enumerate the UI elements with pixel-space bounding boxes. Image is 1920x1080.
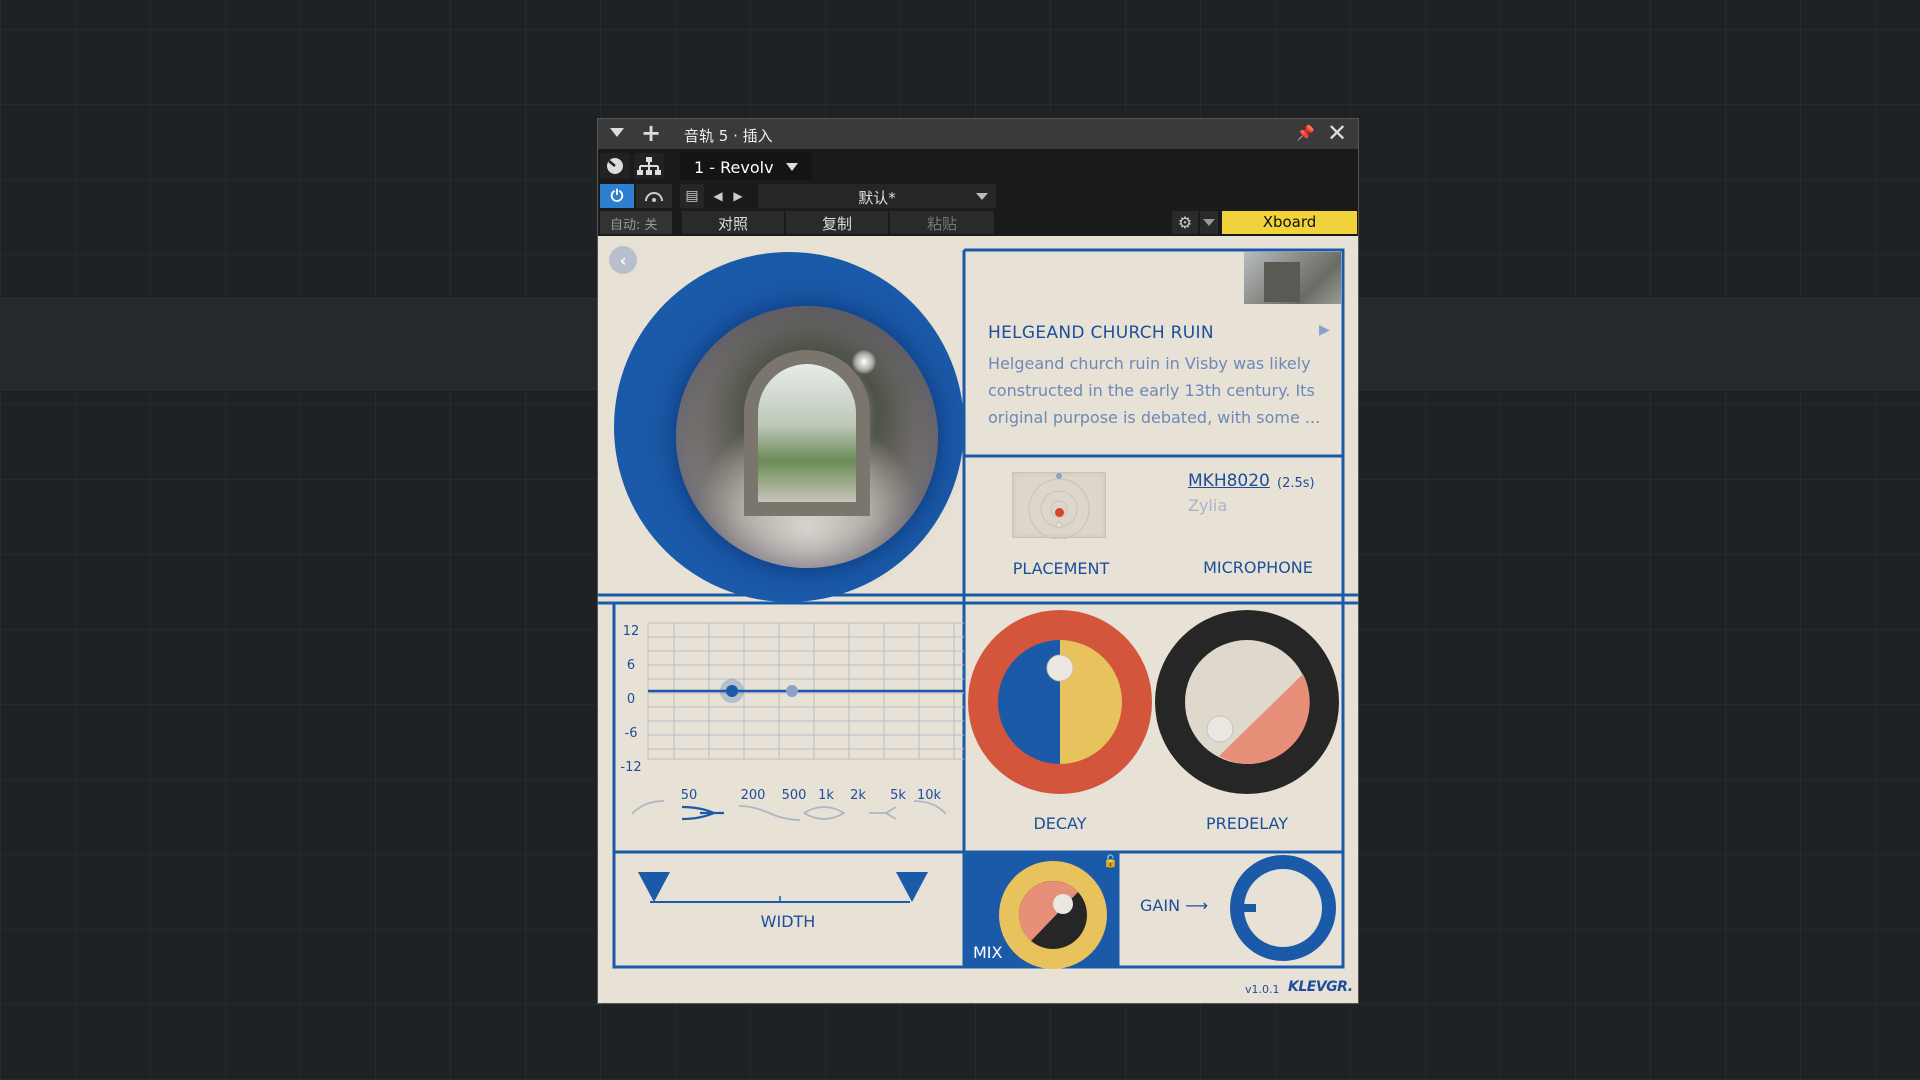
preset-name-label: 默认*	[858, 189, 896, 207]
pin-icon[interactable]: 📌	[1296, 124, 1315, 142]
window-titlebar[interactable]: + 音轨 5 · 插入 📌 ✕	[598, 119, 1358, 149]
location-image-sphere	[676, 306, 938, 568]
eq-band-1-handle[interactable]	[726, 685, 738, 697]
microphone-brand: Zylia	[1188, 496, 1228, 515]
width-slider[interactable]	[638, 866, 938, 916]
eq-low-shelf-icon	[631, 800, 665, 815]
placement-pad[interactable]	[1012, 472, 1106, 539]
width-left-handle[interactable]	[638, 872, 670, 902]
gain-knob[interactable]	[1228, 853, 1338, 963]
preset-select[interactable]: 默认*	[758, 184, 996, 208]
plugin-window: + 音轨 5 · 插入 📌 ✕ 1 - Revolv ⏻ ▤ ◀ ▶ 默认* 自	[597, 118, 1359, 1004]
eq-graph[interactable]	[614, 611, 964, 852]
revolv-plugin-ui: ‹ HELGEAND CHURCH RUIN ▶ Helgeand church…	[598, 236, 1358, 1003]
paste-button[interactable]: 粘贴	[890, 211, 994, 234]
gain-label-text: GAIN	[1140, 896, 1181, 915]
microphone-label: MICROPHONE	[1203, 558, 1313, 577]
chevron-down-icon	[976, 193, 988, 200]
action-bar: 自动: 关 对照 复制 粘贴 ⚙ Xboard	[598, 210, 1358, 236]
preset-list-icon[interactable]: ▤	[680, 184, 704, 208]
eq-y-tick: 0	[626, 692, 636, 707]
routing-icon[interactable]	[634, 153, 664, 179]
placement-rings	[1028, 473, 1090, 539]
arrow-right-icon: ⟶	[1185, 896, 1209, 915]
gear-icon[interactable]: ⚙	[1172, 211, 1198, 234]
plugin-knob-icon[interactable]	[600, 153, 630, 179]
previous-preset-icon[interactable]: ◀	[708, 184, 728, 208]
mix-label: MIX	[973, 943, 1003, 962]
lock-icon[interactable]: 🔓	[1103, 854, 1118, 868]
version-label: v1.0.1	[1245, 983, 1280, 996]
eq-x-tick: 200	[740, 788, 766, 803]
eq-x-tick: 50	[680, 788, 698, 803]
gain-label: GAIN ⟶	[1140, 896, 1208, 915]
sidechain-button[interactable]	[636, 184, 672, 208]
location-orb[interactable]	[614, 252, 964, 602]
eq-x-tick: 10k	[916, 788, 942, 803]
plugin-slot-select[interactable]: 1 - Revolv	[680, 152, 812, 180]
plugin-slot-label: 1 - Revolv	[694, 158, 774, 177]
eq-y-tick: -12	[620, 760, 642, 775]
placement-source-dot[interactable]	[1055, 508, 1064, 517]
predelay-label: PREDELAY	[1205, 814, 1289, 833]
width-right-handle[interactable]	[896, 872, 928, 902]
power-button[interactable]: ⏻	[600, 184, 634, 208]
back-button[interactable]: ‹	[609, 246, 637, 274]
window-menu-dropdown-icon[interactable]	[610, 128, 624, 137]
light-glint	[852, 350, 876, 374]
chevron-down-icon	[786, 163, 798, 171]
eq-y-tick: 6	[626, 658, 636, 673]
eq-bell-icon[interactable]	[681, 805, 724, 821]
decay-knob[interactable]	[966, 608, 1154, 796]
automation-toggle[interactable]: 自动: 关	[600, 211, 672, 234]
xboard-button[interactable]: Xboard	[1222, 211, 1357, 234]
microphone-model-link[interactable]: MKH8020	[1188, 471, 1270, 491]
settings-dropdown-icon[interactable]	[1200, 211, 1218, 234]
location-thumbnail[interactable]	[1244, 252, 1341, 304]
add-plugin-icon[interactable]: +	[641, 121, 661, 145]
eq-x-tick: 2k	[850, 788, 866, 803]
copy-button[interactable]: 复制	[786, 211, 888, 234]
mix-knob[interactable]	[998, 860, 1108, 970]
predelay-knob[interactable]	[1153, 608, 1341, 796]
impulse-length: (2.5s)	[1277, 476, 1315, 491]
eq-band-2-handle[interactable]	[786, 685, 798, 697]
width-label: WIDTH	[760, 912, 816, 931]
preset-bar: ⏻ ▤ ◀ ▶ 默认*	[598, 182, 1358, 210]
location-title: HELGEAND CHURCH RUIN	[988, 323, 1214, 343]
eq-y-tick: -6	[624, 726, 638, 741]
next-location-icon[interactable]: ▶	[1319, 322, 1330, 338]
eq-y-tick: 12	[622, 624, 640, 639]
decay-label: DECAY	[1033, 814, 1087, 833]
plugin-slot-bar: 1 - Revolv	[598, 149, 1358, 182]
close-icon[interactable]: ✕	[1327, 119, 1347, 147]
placement-label: PLACEMENT	[1012, 559, 1110, 578]
next-preset-icon[interactable]: ▶	[728, 184, 748, 208]
window-title: 音轨 5 · 插入	[684, 127, 773, 145]
church-arch-image	[758, 364, 856, 502]
klevgr-logo[interactable]: KLEVGR.	[1288, 979, 1353, 995]
location-description: Helgeand church ruin in Visby was likely…	[988, 354, 1321, 427]
compare-button[interactable]: 对照	[682, 211, 784, 234]
